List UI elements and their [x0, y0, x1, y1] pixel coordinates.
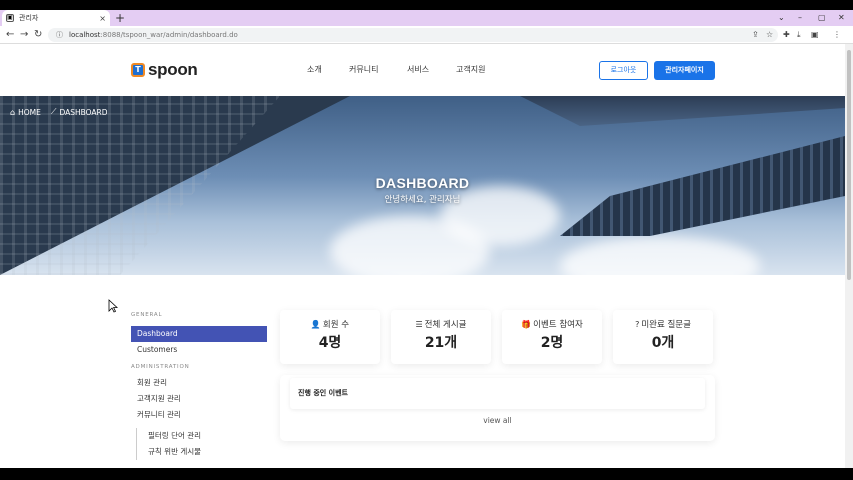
stat-label-text: 미완료 질문글	[641, 320, 691, 330]
sidebar-item-community[interactable]: 커뮤니티 관리	[131, 407, 267, 423]
nav-item-service[interactable]: 서비스	[407, 64, 429, 75]
stat-value: 4명	[318, 335, 342, 351]
breadcrumb: ⌂ HOME ⟋ DASHBOARD	[10, 107, 108, 117]
tab-search-icon[interactable]: ⌄	[778, 10, 785, 26]
stat-label-text: 회원 수	[322, 320, 350, 330]
stat-label: ? 미완료 질문글	[613, 318, 713, 330]
browser-tab[interactable]: ▣ 관리자 ×	[2, 10, 110, 26]
page-title: DASHBOARD	[375, 175, 470, 191]
back-arrow-icon[interactable]: ←	[6, 26, 14, 44]
page-subtitle: 안녕하세요, 관리자님	[384, 195, 461, 205]
page-scrollbar[interactable]	[845, 44, 853, 468]
browser-tab-strip: ▣ 관리자 × + ⌄ – ▢ ✕	[0, 10, 853, 26]
stat-label: ☰ 전체 게시글	[391, 318, 491, 330]
user-icon: 👤	[310, 320, 321, 329]
reload-icon[interactable]: ↻	[34, 26, 42, 44]
mouse-cursor-icon	[108, 299, 119, 313]
url-host: localhost	[69, 31, 101, 39]
ongoing-events-panel: 진행 중인 이벤트 view all	[280, 375, 715, 441]
page-viewport: T spoon 소개 커뮤니티 서비스 고객지원 로그아웃 관리자페이지 ⌂ H…	[0, 44, 845, 468]
bookmark-star-icon[interactable]: ☆	[766, 26, 773, 44]
menu-kebab-icon[interactable]: ⋮	[833, 26, 841, 44]
stat-card-posts: ☰ 전체 게시글 21개	[391, 310, 491, 364]
minimize-button[interactable]: –	[798, 10, 802, 26]
site-header: T spoon 소개 커뮤니티 서비스 고객지원 로그아웃 관리자페이지	[0, 44, 845, 96]
ongoing-events-title: 진행 중인 이벤트	[298, 389, 348, 397]
url-text: localhost:8088/tspoon_war/admin/dashboar…	[69, 31, 238, 39]
forward-arrow-icon[interactable]: →	[20, 26, 28, 44]
admin-page-button[interactable]: 관리자페이지	[654, 61, 715, 80]
hero-banner: ⌂ HOME ⟋ DASHBOARD DASHBOARD 안녕하세요, 관리자님	[0, 96, 845, 275]
sidebar-item-support[interactable]: 고객지원 관리	[131, 391, 267, 407]
sidebar-subitem-violations[interactable]: 규칙 위반 게시물	[136, 444, 267, 460]
url-field[interactable]: ⓘ localhost:8088/tspoon_war/admin/dashbo…	[48, 28, 778, 42]
gift-icon: 🎁	[521, 320, 532, 329]
sidebar-subitem-filter-words[interactable]: 필터링 단어 관리	[136, 428, 267, 444]
breadcrumb-dashboard: DASHBOARD	[59, 107, 108, 117]
maximize-button[interactable]: ▢	[818, 10, 826, 26]
home-icon: ⌂	[10, 107, 16, 117]
site-info-icon[interactable]: ⓘ	[56, 30, 63, 40]
sidepanel-icon[interactable]: ▣	[811, 26, 819, 44]
stat-label: 👤 회원 수	[280, 318, 380, 330]
ongoing-events-header: 진행 중인 이벤트	[290, 378, 705, 409]
admin-sidebar: GENERAL Dashboard Customers ADMINISTRATI…	[131, 312, 267, 460]
sidebar-item-dashboard[interactable]: Dashboard	[131, 326, 267, 342]
list-icon: ☰	[415, 320, 423, 329]
tab-close-icon[interactable]: ×	[99, 14, 106, 23]
logout-button[interactable]: 로그아웃	[599, 61, 648, 80]
scrollbar-thumb[interactable]	[847, 50, 851, 280]
view-all-link[interactable]: view all	[280, 416, 715, 425]
sidebar-item-customers[interactable]: Customers	[131, 342, 267, 358]
chart-icon: ⟋	[50, 107, 57, 116]
logo-mark-icon: T	[131, 63, 145, 77]
hero-building-top	[520, 96, 845, 126]
site-logo[interactable]: T spoon	[131, 60, 198, 80]
page-favicon-icon: ▣	[6, 14, 14, 22]
stat-value: 21개	[424, 335, 458, 351]
breadcrumb-home[interactable]: HOME	[18, 108, 41, 117]
tab-title: 관리자	[19, 14, 39, 22]
download-icon[interactable]: ⤓	[797, 26, 801, 44]
logo-text: spoon	[148, 60, 198, 79]
stat-card-open-questions: ? 미완료 질문글 0개	[613, 310, 713, 364]
url-path: :8088/tspoon_war/admin/dashboard.do	[100, 31, 238, 39]
share-icon[interactable]: ⇪	[752, 26, 759, 44]
stat-card-members: 👤 회원 수 4명	[280, 310, 380, 364]
nav-item-intro[interactable]: 소개	[307, 64, 322, 75]
nav-item-support[interactable]: 고객지원	[456, 64, 485, 75]
stat-label: 🎁 이벤트 참여자	[502, 318, 602, 330]
nav-item-community[interactable]: 커뮤니티	[349, 64, 378, 75]
hero-cloud	[560, 236, 760, 275]
stat-label-text: 이벤트 참여자	[533, 320, 583, 330]
stat-card-event-participants: 🎁 이벤트 참여자 2명	[502, 310, 602, 364]
extensions-icon[interactable]: ✚	[783, 26, 790, 44]
bottom-bar	[0, 468, 853, 480]
stat-value: 0개	[651, 335, 675, 351]
question-icon: ?	[635, 320, 640, 329]
address-toolbar: ← → ↻ ⓘ localhost:8088/tspoon_war/admin/…	[0, 26, 853, 44]
stat-label-text: 전체 게시글	[424, 320, 467, 330]
close-window-button[interactable]: ✕	[838, 10, 845, 26]
sidebar-item-members[interactable]: 회원 관리	[131, 375, 267, 391]
new-tab-button[interactable]: +	[115, 11, 125, 25]
stat-value: 2명	[540, 335, 564, 351]
